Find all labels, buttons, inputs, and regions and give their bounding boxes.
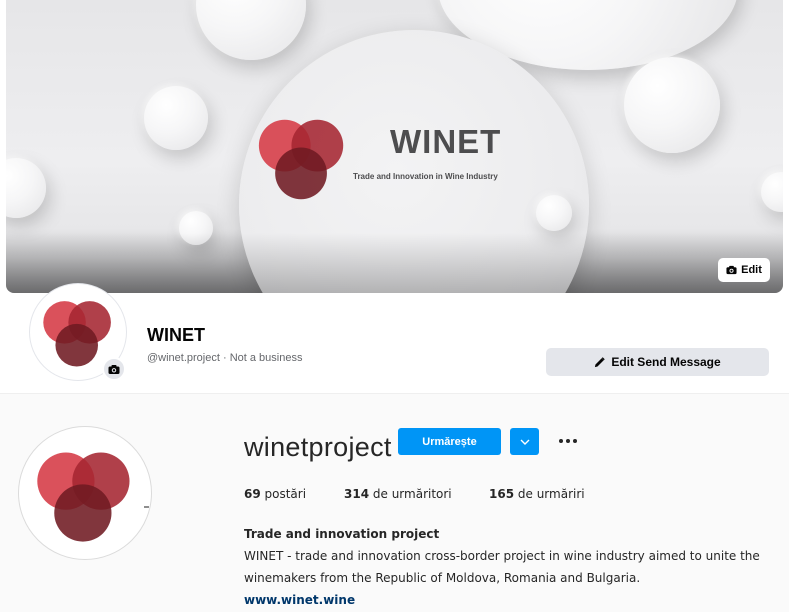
instagram-username: winetproject [244,432,392,462]
decor-disc [761,172,783,212]
instagram-profile-section: winetproject Urmărește 69 postări 314 de… [0,393,789,612]
cover-title: WINET [390,123,502,160]
chevron-down-icon [520,439,529,445]
edit-send-message-label: Edit Send Message [611,355,721,369]
more-options-button[interactable] [555,430,581,452]
stat-count: 69 [244,487,261,501]
decor-disc [624,57,720,153]
decor-disc [196,0,306,60]
stat-label: de urmăritori [369,487,452,501]
stat-followers[interactable]: 314 de urmăritori [344,487,489,501]
decor-disc [144,86,208,150]
bio-title: Trade and innovation project [244,527,440,541]
decor-disc [6,158,46,218]
stat-label: de urmăriri [514,487,585,501]
follow-button[interactable]: Urmărește [398,428,501,455]
stat-posts[interactable]: 69 postări [244,487,344,501]
stat-following[interactable]: 165 de urmăriri [489,487,585,501]
instagram-avatar[interactable] [18,426,152,560]
edit-cover-label: Edit [741,264,762,276]
cover-tagline: Trade and Innovation in Wine Industry [353,172,498,181]
pencil-icon [595,356,606,367]
suggestions-dropdown-button[interactable] [510,428,539,455]
stat-label: postări [260,487,307,501]
profile-stats: 69 postări 314 de urmăritori 165 de urmă… [244,487,585,501]
decor-disc [536,195,572,231]
stat-count: 314 [344,487,370,501]
more-dots-icon [573,439,577,443]
bio-text-line: winemakers from the Republic of Moldova,… [244,571,641,585]
winet-logo-icon [258,119,344,200]
update-avatar-button[interactable] [102,357,126,381]
camera-icon [108,364,120,374]
camera-icon [726,265,737,275]
more-dots-icon [566,439,570,443]
bio-text-line: WINET - trade and innovation cross-borde… [244,549,760,563]
page-handle: @winet.project · Not a business [147,352,303,364]
edit-send-message-button[interactable]: Edit Send Message [546,348,769,376]
divider-mark [144,506,149,508]
website-link[interactable]: www.winet.wine [244,593,355,607]
cover-photo: WINET Trade and Innovation in Wine Indus… [6,0,783,293]
decor-disc [179,211,213,245]
edit-cover-button[interactable]: Edit [718,258,770,282]
stat-count: 165 [489,487,515,501]
winet-logo-icon [37,452,130,542]
page-name: WINET [147,325,205,345]
more-dots-icon [559,439,563,443]
